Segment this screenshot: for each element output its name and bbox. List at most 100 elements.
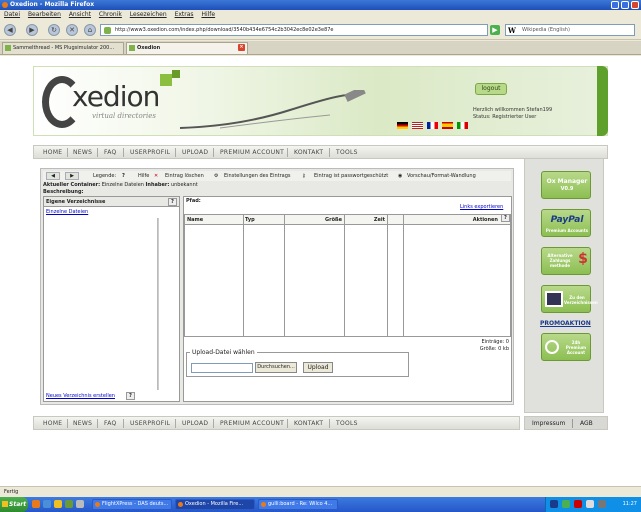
footer-nav-upload[interactable]: UPLOAD: [182, 417, 208, 430]
taskbar-item-oxedion[interactable]: Oxedion - Mozilla Fire...: [175, 499, 255, 510]
tab-close-icon[interactable]: ×: [238, 44, 245, 51]
directory-link-einzelne-dateien[interactable]: Einzelne Dateien: [46, 209, 88, 215]
nav-separator: [97, 148, 98, 157]
quicklaunch-app-icon[interactable]: [76, 500, 84, 508]
footer-separator: [572, 419, 573, 428]
taskbar-item-flightxpress[interactable]: FlightXPress - DAS deuts...: [92, 499, 172, 510]
menu-bearbeiten[interactable]: Bearbeiten: [28, 11, 61, 18]
clock-icon: [545, 340, 559, 354]
close-icon[interactable]: [631, 1, 639, 9]
flag-us-icon[interactable]: [411, 122, 423, 129]
menu-extras[interactable]: Extras: [175, 11, 194, 18]
menu-datei[interactable]: Datei: [4, 11, 20, 18]
start-button[interactable]: Start: [0, 497, 28, 512]
stop-icon[interactable]: ✕: [66, 24, 78, 36]
new-directory-help-icon[interactable]: ?: [126, 392, 135, 400]
col-zeit[interactable]: Zeit: [344, 215, 387, 225]
quicklaunch-firefox-icon[interactable]: [32, 500, 40, 508]
column-divider: [284, 215, 285, 336]
agb-link[interactable]: AGB: [580, 417, 593, 430]
quicklaunch-ie-icon[interactable]: [43, 500, 51, 508]
directories-button[interactable]: Zu den Verzeichnissen: [541, 285, 598, 313]
minimize-icon[interactable]: [611, 1, 619, 9]
quicklaunch-folder-icon[interactable]: [54, 500, 62, 508]
back-icon[interactable]: ◀: [4, 24, 16, 36]
flag-fr-icon[interactable]: [426, 122, 438, 129]
col-name[interactable]: Name: [185, 215, 243, 225]
tray-volume-icon[interactable]: [586, 500, 594, 508]
nav-separator: [175, 419, 176, 428]
task-label: Oxedion - Mozilla Fire...: [185, 501, 244, 507]
upload-button[interactable]: Upload: [303, 362, 333, 373]
home-icon[interactable]: ⌂: [84, 24, 96, 36]
tab-oxedion[interactable]: Oxedion ×: [126, 42, 248, 54]
flag-it-icon[interactable]: [456, 122, 468, 129]
browse-button[interactable]: Durchsuchen...: [255, 362, 297, 373]
footer-nav-home[interactable]: HOME: [43, 417, 62, 430]
paypal-button[interactable]: PayPal Premium Accounts: [541, 209, 591, 237]
tab-favicon-icon: [5, 45, 11, 51]
menu-bar: Datei Bearbeiten Ansicht Chronik Lesezei…: [0, 10, 641, 20]
col-aktionen[interactable]: Aktionen: [403, 215, 510, 225]
url-bar[interactable]: http://www3.oxedion.com/index.php/downlo…: [100, 24, 488, 36]
col-groesse[interactable]: Größe: [284, 215, 344, 225]
nav-kontakt[interactable]: KONTAKT: [294, 146, 323, 159]
tray-security-icon[interactable]: [574, 500, 582, 508]
nav-home[interactable]: HOME: [43, 146, 62, 159]
directory-heading-text: Eigene Verzeichnisse: [46, 199, 106, 205]
nav-separator: [329, 148, 330, 157]
footer-nav-faq[interactable]: FAQ: [104, 417, 117, 430]
key-legend-icon: ⚷: [302, 173, 306, 179]
logout-button[interactable]: logout: [475, 83, 507, 95]
flag-es-icon[interactable]: [441, 122, 453, 129]
legend-label: Legende:: [93, 173, 117, 179]
taskbar-item-gulli[interactable]: gulli:board - Re: Wilco 4...: [258, 499, 338, 510]
nav-faq[interactable]: FAQ: [104, 146, 117, 159]
go-arrow-icon[interactable]: ▶: [490, 25, 500, 35]
maximize-icon[interactable]: [621, 1, 629, 9]
impressum-link[interactable]: Impressum: [532, 417, 565, 430]
export-links-link[interactable]: Links exportieren: [460, 204, 503, 210]
premium-24h-button[interactable]: 24h Premium Account: [541, 333, 591, 361]
quicklaunch-media-icon[interactable]: [65, 500, 73, 508]
footer-nav-premium-account[interactable]: PREMIUM ACCOUNT: [220, 417, 284, 430]
nav-upload[interactable]: UPLOAD: [182, 146, 208, 159]
tray-de-icon[interactable]: [550, 500, 558, 508]
menu-chronik[interactable]: Chronik: [99, 11, 122, 18]
nav-userprofil[interactable]: USERPROFIL: [130, 146, 170, 159]
description-label: Beschreibung:: [43, 189, 84, 195]
column-divider: [403, 215, 404, 336]
entry-count: Einträge: 0: [481, 339, 509, 345]
footer-nav-userprofil[interactable]: USERPROFIL: [130, 417, 170, 430]
nav-premium-account[interactable]: PREMIUM ACCOUNT: [220, 146, 284, 159]
nav-news[interactable]: NEWS: [73, 146, 92, 159]
arrow-right-icon[interactable]: ▶: [65, 172, 79, 180]
menu-ansicht[interactable]: Ansicht: [69, 11, 91, 18]
arrow-left-icon[interactable]: ◀: [46, 172, 60, 180]
alternative-payment-button[interactable]: Alternative Zahlungs methode $: [541, 247, 591, 275]
directory-help-icon[interactable]: ?: [168, 198, 177, 206]
flag-de-icon[interactable]: [397, 122, 408, 129]
new-directory-link[interactable]: Neues Verzeichnis erstellen: [46, 393, 115, 399]
task-app-icon: [261, 502, 266, 507]
menu-lesezeichen[interactable]: Lesezeichen: [130, 11, 167, 18]
reload-icon[interactable]: ↻: [48, 24, 60, 36]
col-typ[interactable]: Typ: [243, 215, 284, 225]
menu-hilfe[interactable]: Hilfe: [201, 11, 215, 18]
status-bar: Fertig: [0, 486, 641, 497]
promo-link[interactable]: PROMOAKTION: [540, 320, 591, 327]
footer-nav-news[interactable]: NEWS: [73, 417, 92, 430]
search-input[interactable]: W Wikipedia (English): [505, 24, 635, 36]
table-help-icon[interactable]: ?: [501, 214, 510, 222]
tab-sammelthread[interactable]: Sammelthread - MS Plugsimulator 200...: [2, 42, 124, 54]
upload-file-field[interactable]: [191, 363, 253, 373]
logo-square-icon: [172, 70, 180, 78]
tray-network-icon[interactable]: [562, 500, 570, 508]
ox-manager-button[interactable]: Ox Manager V0.9: [541, 171, 591, 199]
nav-separator: [175, 148, 176, 157]
nav-tools[interactable]: TOOLS: [336, 146, 358, 159]
forward-icon[interactable]: ▶: [26, 24, 38, 36]
tray-app-icon[interactable]: [598, 500, 606, 508]
footer-nav-tools[interactable]: TOOLS: [336, 417, 358, 430]
footer-nav-kontakt[interactable]: KONTAKT: [294, 417, 323, 430]
